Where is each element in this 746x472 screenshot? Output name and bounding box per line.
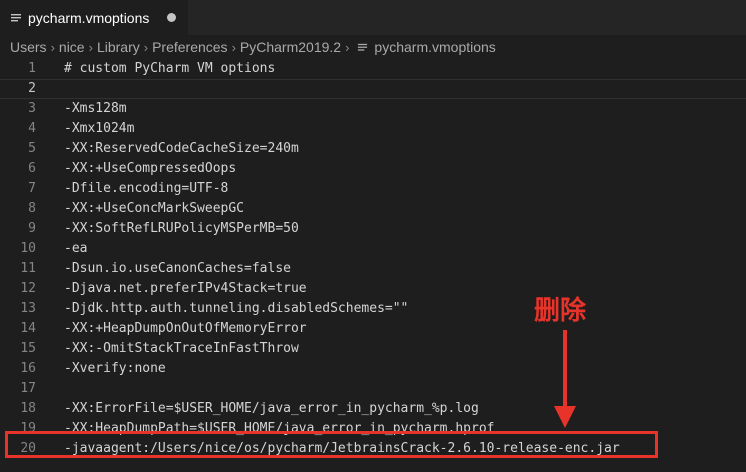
code-line[interactable]: 5 -XX:ReservedCodeCacheSize=240m — [0, 139, 746, 159]
code-text: -XX:+UseCompressedOops — [64, 161, 237, 176]
code-text: -Xmx1024m — [64, 121, 135, 136]
code-line[interactable]: 6 -XX:+UseCompressedOops — [0, 159, 746, 179]
file-lines-icon — [357, 42, 368, 53]
code-text: -Djdk.http.auth.tunneling.disabledScheme… — [64, 301, 409, 316]
code-line[interactable]: 16 -Xverify:none — [0, 359, 746, 379]
code-text: -Xms128m — [64, 101, 127, 116]
editor-tab[interactable]: pycharm.vmoptions — [0, 0, 188, 35]
line-number: 8 — [28, 201, 36, 216]
code-text: -Djava.net.preferIPv4Stack=true — [64, 281, 307, 296]
line-number: 10 — [20, 241, 36, 256]
delete-annotation-label: 删除 — [534, 296, 587, 326]
code-line[interactable]: 8 -XX:+UseConcMarkSweepGC — [0, 199, 746, 219]
line-number: 2 — [28, 81, 36, 96]
line-number: 7 — [28, 181, 36, 196]
code-text: # custom PyCharm VM options — [64, 61, 276, 76]
breadcrumb-item[interactable]: Library — [97, 39, 140, 55]
breadcrumb-item[interactable]: nice — [59, 39, 85, 55]
tab-title: pycharm.vmoptions — [28, 9, 150, 26]
code-text: -ea — [64, 241, 88, 256]
breadcrumb-item[interactable]: Users — [10, 39, 47, 55]
code-line[interactable]: 11 -Dsun.io.useCanonCaches=false — [0, 259, 746, 279]
code-line[interactable]: 1 # custom PyCharm VM options — [0, 59, 746, 79]
highlight-box — [5, 431, 658, 458]
breadcrumb-item[interactable]: PyCharm2019.2 — [240, 39, 341, 55]
breadcrumb-item[interactable]: pycharm.vmoptions — [374, 39, 495, 55]
code-text: -XX:-OmitStackTraceInFastThrow — [64, 341, 299, 356]
code-line[interactable]: 13 -Djdk.http.auth.tunneling.disabledSche… — [0, 299, 746, 319]
code-text: -XX:+HeapDumpOnOutOfMemoryError — [64, 321, 307, 336]
code-line[interactable]: 17 — [0, 379, 746, 399]
code-line[interactable]: 15 -XX:-OmitStackTraceInFastThrow — [0, 339, 746, 359]
code-line[interactable]: 2 — [0, 79, 746, 99]
line-number: 15 — [20, 341, 36, 356]
unsaved-dot-icon[interactable] — [167, 13, 176, 22]
code-editor[interactable]: 1 # custom PyCharm VM options 2 3 -Xms128m… — [0, 59, 746, 472]
code-line[interactable]: 3 -Xms128m — [0, 99, 746, 119]
breadcrumb: Users › nice › Library › Preferences › P… — [0, 35, 746, 59]
line-number: 6 — [28, 161, 36, 176]
code-line[interactable]: 9 -XX:SoftRefLRUPolicyMSPerMB=50 — [0, 219, 746, 239]
code-text: -Dfile.encoding=UTF-8 — [64, 181, 229, 196]
line-number: 4 — [28, 121, 36, 136]
breadcrumb-item[interactable]: Preferences — [152, 39, 227, 55]
chevron-right-icon: › — [50, 39, 55, 55]
line-number: 12 — [20, 281, 36, 296]
line-number: 14 — [20, 321, 36, 336]
line-number: 16 — [20, 361, 36, 376]
line-number: 1 — [28, 61, 36, 76]
chevron-right-icon: › — [143, 39, 149, 55]
code-text: -Dsun.io.useCanonCaches=false — [64, 261, 291, 276]
code-line[interactable]: 12 -Djava.net.preferIPv4Stack=true — [0, 279, 746, 299]
chevron-right-icon: › — [231, 39, 236, 55]
code-text: -Xverify:none — [64, 361, 166, 376]
code-line[interactable]: 4 -Xmx1024m — [0, 119, 746, 139]
chevron-right-icon: › — [345, 39, 350, 55]
code-line[interactable]: 10 -ea — [0, 239, 746, 259]
line-number: 11 — [20, 261, 36, 276]
code-text: -XX:ReservedCodeCacheSize=240m — [64, 141, 299, 156]
code-text: -XX:SoftRefLRUPolicyMSPerMB=50 — [64, 221, 299, 236]
line-number: 18 — [20, 401, 36, 416]
line-number: 17 — [20, 381, 36, 396]
line-number: 5 — [28, 141, 36, 156]
code-line[interactable]: 14 -XX:+HeapDumpOnOutOfMemoryError — [0, 319, 746, 339]
arrow-down-icon — [554, 330, 576, 428]
code-line[interactable]: 7 -Dfile.encoding=UTF-8 — [0, 179, 746, 199]
chevron-right-icon: › — [88, 39, 93, 55]
tab-bar: pycharm.vmoptions — [0, 0, 746, 35]
line-number: 9 — [28, 221, 36, 236]
file-lines-icon — [10, 12, 22, 24]
code-text: -XX:ErrorFile=$USER_HOME/java_error_in_p… — [64, 401, 479, 416]
line-number: 3 — [28, 101, 36, 116]
line-number: 13 — [20, 301, 36, 316]
code-text: -XX:+UseConcMarkSweepGC — [64, 201, 245, 216]
code-line[interactable]: 18 -XX:ErrorFile=$USER_HOME/java_error_in… — [0, 399, 746, 419]
